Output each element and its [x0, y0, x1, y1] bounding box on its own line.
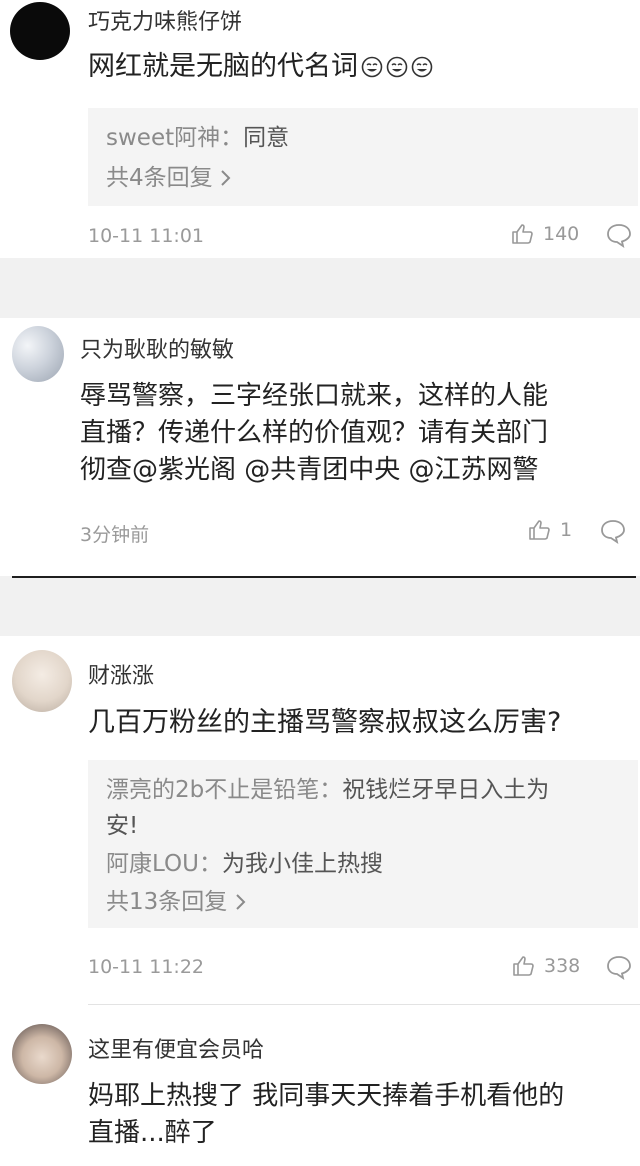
more-replies-label: 共13条回复 [106, 889, 228, 915]
crying-laughing-emoji-icon [386, 56, 408, 78]
crying-laughing-emoji-icon [411, 56, 433, 78]
comment-timestamp: 10-11 11:22 [88, 956, 205, 978]
like-button[interactable]: 338 [512, 954, 580, 978]
comment-text-line: 直播？传递什么样的价值观？请有关部门 [80, 418, 549, 448]
like-button[interactable]: 1 [528, 518, 572, 542]
more-replies-link[interactable]: 共13条回复 [106, 882, 247, 916]
comment-text: 妈耶上热搜了 我同事天天捧着手机看他的 直播...醉了 [88, 1078, 564, 1152]
reply-text-continued: 安! [106, 813, 139, 839]
comment-text-content: 网红就是无脑的代名词 [88, 51, 358, 82]
comment-bubble-icon[interactable] [606, 222, 632, 248]
reply-username[interactable]: 漂亮的2b不止是铅笔 [106, 777, 319, 803]
avatar[interactable] [12, 1024, 72, 1084]
reply-text: 为我小佳上热搜 [221, 851, 383, 877]
reply-item: 漂亮的2b不止是铅笔：祝钱烂牙早日入土为 [106, 770, 549, 804]
thumbs-up-icon [512, 224, 533, 244]
reply-username[interactable]: 阿康LOU [106, 851, 199, 877]
comment-text: 辱骂警察，三字经张口就来，这样的人能 直播？传递什么样的价值观？请有关部门 彻查… [80, 378, 548, 489]
more-replies-link[interactable]: 共4条回复 [106, 158, 232, 192]
comment-timestamp: 10-11 11:01 [88, 225, 205, 247]
comment-text-line: 妈耶上热搜了 我同事天天捧着手机看他的 [88, 1081, 565, 1111]
avatar[interactable] [12, 650, 72, 712]
reply-box[interactable]: 漂亮的2b不止是铅笔：祝钱烂牙早日入土为 安! 阿康LOU：为我小佳上热搜 共1… [88, 760, 638, 928]
comment-text-line: 彻查@紫光阁 @共青团中央 @江苏网警 [80, 455, 539, 485]
more-replies-label: 共4条回复 [106, 165, 213, 191]
crying-laughing-emoji-icon [361, 56, 383, 78]
reply-separator: ： [220, 125, 244, 151]
like-count: 1 [560, 519, 573, 541]
thumbs-up-icon [529, 520, 550, 540]
comment-bubble-icon[interactable] [600, 518, 626, 544]
reply-separator: ： [319, 777, 343, 803]
reply-text: 祝钱烂牙早日入土为 [342, 777, 550, 803]
like-count: 338 [544, 955, 581, 977]
reply-separator: ： [198, 851, 222, 877]
reply-item: sweet阿神：同意 [106, 118, 289, 152]
like-count: 140 [543, 223, 580, 245]
comment-bubble-icon[interactable] [606, 954, 632, 980]
divider [12, 576, 636, 578]
chevron-right-icon [235, 894, 246, 910]
thumbs-up-icon [513, 956, 534, 976]
comment-text: 几百万粉丝的主播骂警察叔叔这么厉害? [88, 707, 562, 738]
comment-card: 财涨涨 几百万粉丝的主播骂警察叔叔这么厉害? 漂亮的2b不止是铅笔：祝钱烂牙早日… [0, 636, 640, 1166]
like-button[interactable]: 140 [511, 222, 579, 246]
comment-card: 只为耿耿的敏敏 辱骂警察，三字经张口就来，这样的人能 直播？传递什么样的价值观？… [0, 318, 640, 576]
chevron-right-icon [221, 170, 231, 186]
reply-box[interactable]: sweet阿神：同意 共4条回复 [88, 108, 638, 206]
avatar[interactable] [12, 326, 64, 382]
comment-timestamp: 3分钟前 [80, 524, 150, 546]
comment-card: 巧克力味熊仔饼 网红就是无脑的代名词 sweet阿神：同意 共4条回复 10-1… [0, 0, 640, 258]
separator [88, 1004, 640, 1005]
reply-text: 同意 [243, 125, 290, 151]
comment-text: 网红就是无脑的代名词 [88, 48, 433, 85]
comment-username[interactable]: 巧克力味熊仔饼 [88, 4, 242, 36]
reply-username[interactable]: sweet阿神 [106, 125, 220, 151]
comment-username[interactable]: 这里有便宜会员哈 [88, 1032, 264, 1064]
reply-item: 阿康LOU：为我小佳上热搜 [106, 844, 383, 878]
avatar[interactable] [10, 2, 70, 60]
comment-text-line: 直播...醉了 [88, 1118, 217, 1148]
comment-username[interactable]: 财涨涨 [88, 658, 154, 690]
comment-text-line: 辱骂警察，三字经张口就来，这样的人能 [80, 381, 549, 411]
comment-username[interactable]: 只为耿耿的敏敏 [80, 332, 234, 364]
